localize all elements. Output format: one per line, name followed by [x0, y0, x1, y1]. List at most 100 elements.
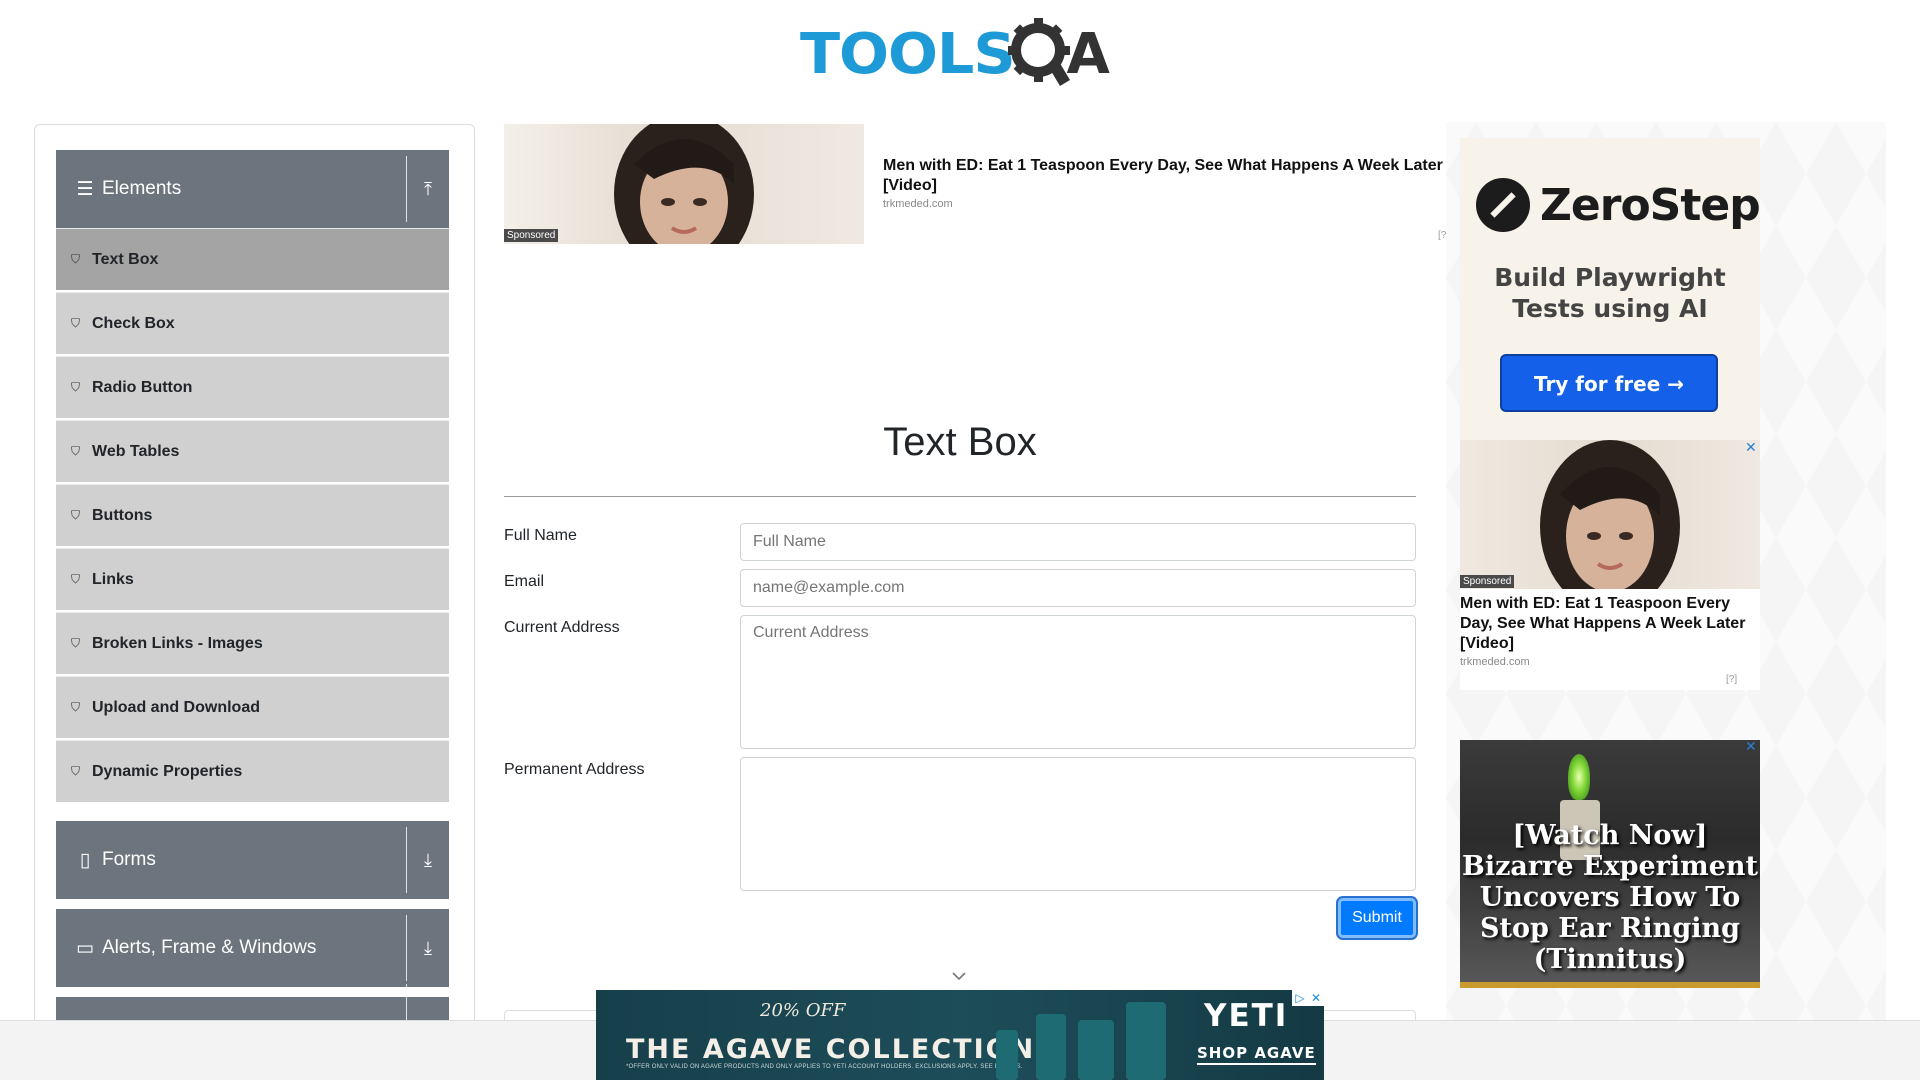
gear-magnifier-icon: [1008, 18, 1070, 86]
toolsqa-logo[interactable]: TOOLS A: [800, 14, 1126, 94]
sidebar-item-broken-links[interactable]: ⛉ Broken Links - Images: [56, 612, 449, 674]
shop-agave-link[interactable]: SHOP AGAVE: [1197, 1044, 1316, 1065]
html5-shield-icon: ⛉: [71, 636, 81, 650]
tumbler-image: [1078, 1020, 1114, 1080]
bottle-image: [996, 1030, 1018, 1080]
zerostep-tagline: Build Playwright Tests using AI: [1460, 262, 1760, 324]
sidebar-item-text-box[interactable]: ⛉ Text Box: [56, 228, 449, 290]
close-icon[interactable]: ✕: [1745, 738, 1757, 755]
chevron-down-icon[interactable]: [951, 968, 967, 984]
group-header-alerts-frame-windows[interactable]: ▭ Alerts, Frame & Windows ⤓: [56, 909, 449, 987]
sidebar-item-label: Text Box: [92, 250, 159, 268]
sidebar-item-label: Buttons: [92, 506, 153, 524]
email-input[interactable]: [740, 569, 1416, 607]
flame-image: [1568, 754, 1590, 800]
fine-print: *OFFER ONLY VALID ON AGAVE PRODUCTS AND …: [626, 1064, 1023, 1070]
ad-choices-icon[interactable]: ▷: [1292, 990, 1308, 1006]
group-title: Alerts, Frame & Windows: [102, 937, 317, 958]
close-icon[interactable]: ✕: [1308, 990, 1324, 1006]
submit-button[interactable]: Submit: [1338, 898, 1416, 938]
permanent-address-label: Permanent Address: [504, 761, 645, 778]
sidebar-item-label: Links: [92, 570, 134, 588]
sidebar-item-label: Check Box: [92, 314, 175, 332]
divider: [406, 827, 407, 893]
yeti-brand: YETI: [1204, 998, 1289, 1034]
woman-portrait-image: [614, 124, 754, 244]
tumbler-image: [1126, 1002, 1166, 1080]
page-title: Text Box: [883, 420, 1037, 464]
current-address-label: Current Address: [504, 619, 620, 636]
tagline-line-1: Build Playwright: [1494, 263, 1726, 292]
group-header-elements[interactable]: ☰ Elements ⤒: [56, 150, 449, 228]
current-address-input[interactable]: [740, 615, 1416, 749]
collection-text: THE AGAVE COLLECTION: [626, 1034, 1036, 1065]
hamburger-icon: ☰: [76, 178, 94, 200]
sidebar-item-web-tables[interactable]: ⛉ Web Tables: [56, 420, 449, 482]
sponsored-ad-side[interactable]: Sponsored Men with ED: Eat 1 Teaspoon Ev…: [1460, 440, 1760, 690]
sidebar-item-label: Upload and Download: [92, 698, 260, 716]
sidebar-item-label: Dynamic Properties: [92, 762, 243, 780]
divider: [406, 156, 407, 222]
sidebar-item-radio-button[interactable]: ⛉ Radio Button: [56, 356, 449, 418]
ad-info-icon[interactable]: [?]: [1726, 674, 1737, 685]
sidebar-item-label: Web Tables: [92, 442, 180, 460]
ad-image[interactable]: Sponsored: [504, 124, 864, 244]
sidebar-item-dynamic-properties[interactable]: ⛉ Dynamic Properties: [56, 740, 449, 802]
html5-shield-icon: ⛉: [71, 316, 81, 330]
logo-qa-text: A: [1066, 21, 1109, 87]
sidebar-item-check-box[interactable]: ⛉ Check Box: [56, 292, 449, 354]
divider: [406, 915, 407, 981]
sidebar-item-links[interactable]: ⛉ Links: [56, 548, 449, 610]
group-header-forms[interactable]: ▯ Forms ⤓: [56, 821, 449, 899]
html5-shield-icon: ⛉: [71, 764, 81, 778]
yeti-banner-ad[interactable]: 20% OFF THE AGAVE COLLECTION *OFFER ONLY…: [596, 990, 1324, 1080]
tinnitus-ad-text[interactable]: [Watch Now] Bizarre Experiment Uncovers …: [1460, 820, 1760, 975]
zerostep-logo-icon: [1476, 178, 1530, 232]
divider: [504, 496, 1416, 497]
logo-tools-text: TOOLS: [800, 21, 1016, 87]
ad-image[interactable]: [1460, 440, 1760, 589]
group-title: Elements: [102, 178, 182, 199]
sidebar-item-label: Radio Button: [92, 378, 193, 396]
ad-domain: trkmeded.com: [883, 198, 953, 210]
sidebar-item-upload-download[interactable]: ⛉ Upload and Download: [56, 676, 449, 738]
html5-shield-icon: ⛉: [71, 380, 81, 394]
html5-shield-icon: ⛉: [71, 444, 81, 458]
ad-stripe: [1460, 982, 1760, 988]
sidebar-item-buttons[interactable]: ⛉ Buttons: [56, 484, 449, 546]
bottle-image: [1036, 1014, 1066, 1080]
collapse-up-icon: ⤒: [424, 178, 432, 199]
permanent-address-input[interactable]: [740, 757, 1416, 891]
html5-shield-icon: ⛉: [71, 700, 81, 714]
tagline-line-2: Tests using AI: [1512, 294, 1708, 323]
zerostep-ad[interactable]: ZeroStep Build Playwright Tests using AI…: [1460, 138, 1761, 440]
sponsored-ad-top[interactable]: Sponsored Men with ED: Eat 1 Teaspoon Ev…: [504, 124, 1446, 244]
sidebar-item-label: Broken Links - Images: [92, 634, 263, 652]
sponsored-label: Sponsored: [504, 229, 559, 242]
file-icon: ▯: [79, 849, 91, 871]
woman-portrait-image: [1540, 440, 1680, 589]
divider: [406, 984, 407, 1023]
try-for-free-button[interactable]: Try for free →: [1500, 354, 1718, 412]
left-panel: ☰ Elements ⤒ ⛉ Text Box ⛉ Check Box ⛉ Ra…: [34, 124, 475, 1024]
email-label: Email: [504, 573, 545, 590]
group-title: Forms: [102, 849, 156, 870]
html5-shield-icon: ⛉: [71, 252, 81, 266]
zerostep-brand: ZeroStep: [1540, 179, 1761, 231]
ad-domain: trkmeded.com: [1460, 656, 1530, 668]
html5-shield-icon: ⛉: [71, 572, 81, 586]
full-name-label: Full Name: [504, 527, 577, 544]
ad-headline[interactable]: Men with ED: Eat 1 Teaspoon Every Day, S…: [883, 156, 1443, 196]
full-name-input[interactable]: [740, 523, 1416, 561]
expand-down-icon: ⤓: [424, 937, 432, 958]
zerostep-logo: ZeroStep: [1476, 178, 1761, 232]
sponsored-label: Sponsored: [1460, 575, 1515, 588]
html5-shield-icon: ⛉: [71, 508, 81, 522]
page: TOOLS A ☰ Elements ⤒ ⛉ Text Box ⛉ Check …: [0, 0, 1920, 1080]
discount-text: 20% OFF: [760, 1000, 846, 1021]
tinnitus-ad[interactable]: [Watch Now] Bizarre Experiment Uncovers …: [1460, 740, 1760, 988]
window-icon: ▭: [76, 937, 94, 959]
ad-headline[interactable]: Men with ED: Eat 1 Teaspoon Every Day, S…: [1460, 594, 1760, 654]
close-icon[interactable]: ✕: [1745, 439, 1757, 456]
expand-down-icon: ⤓: [424, 849, 432, 870]
